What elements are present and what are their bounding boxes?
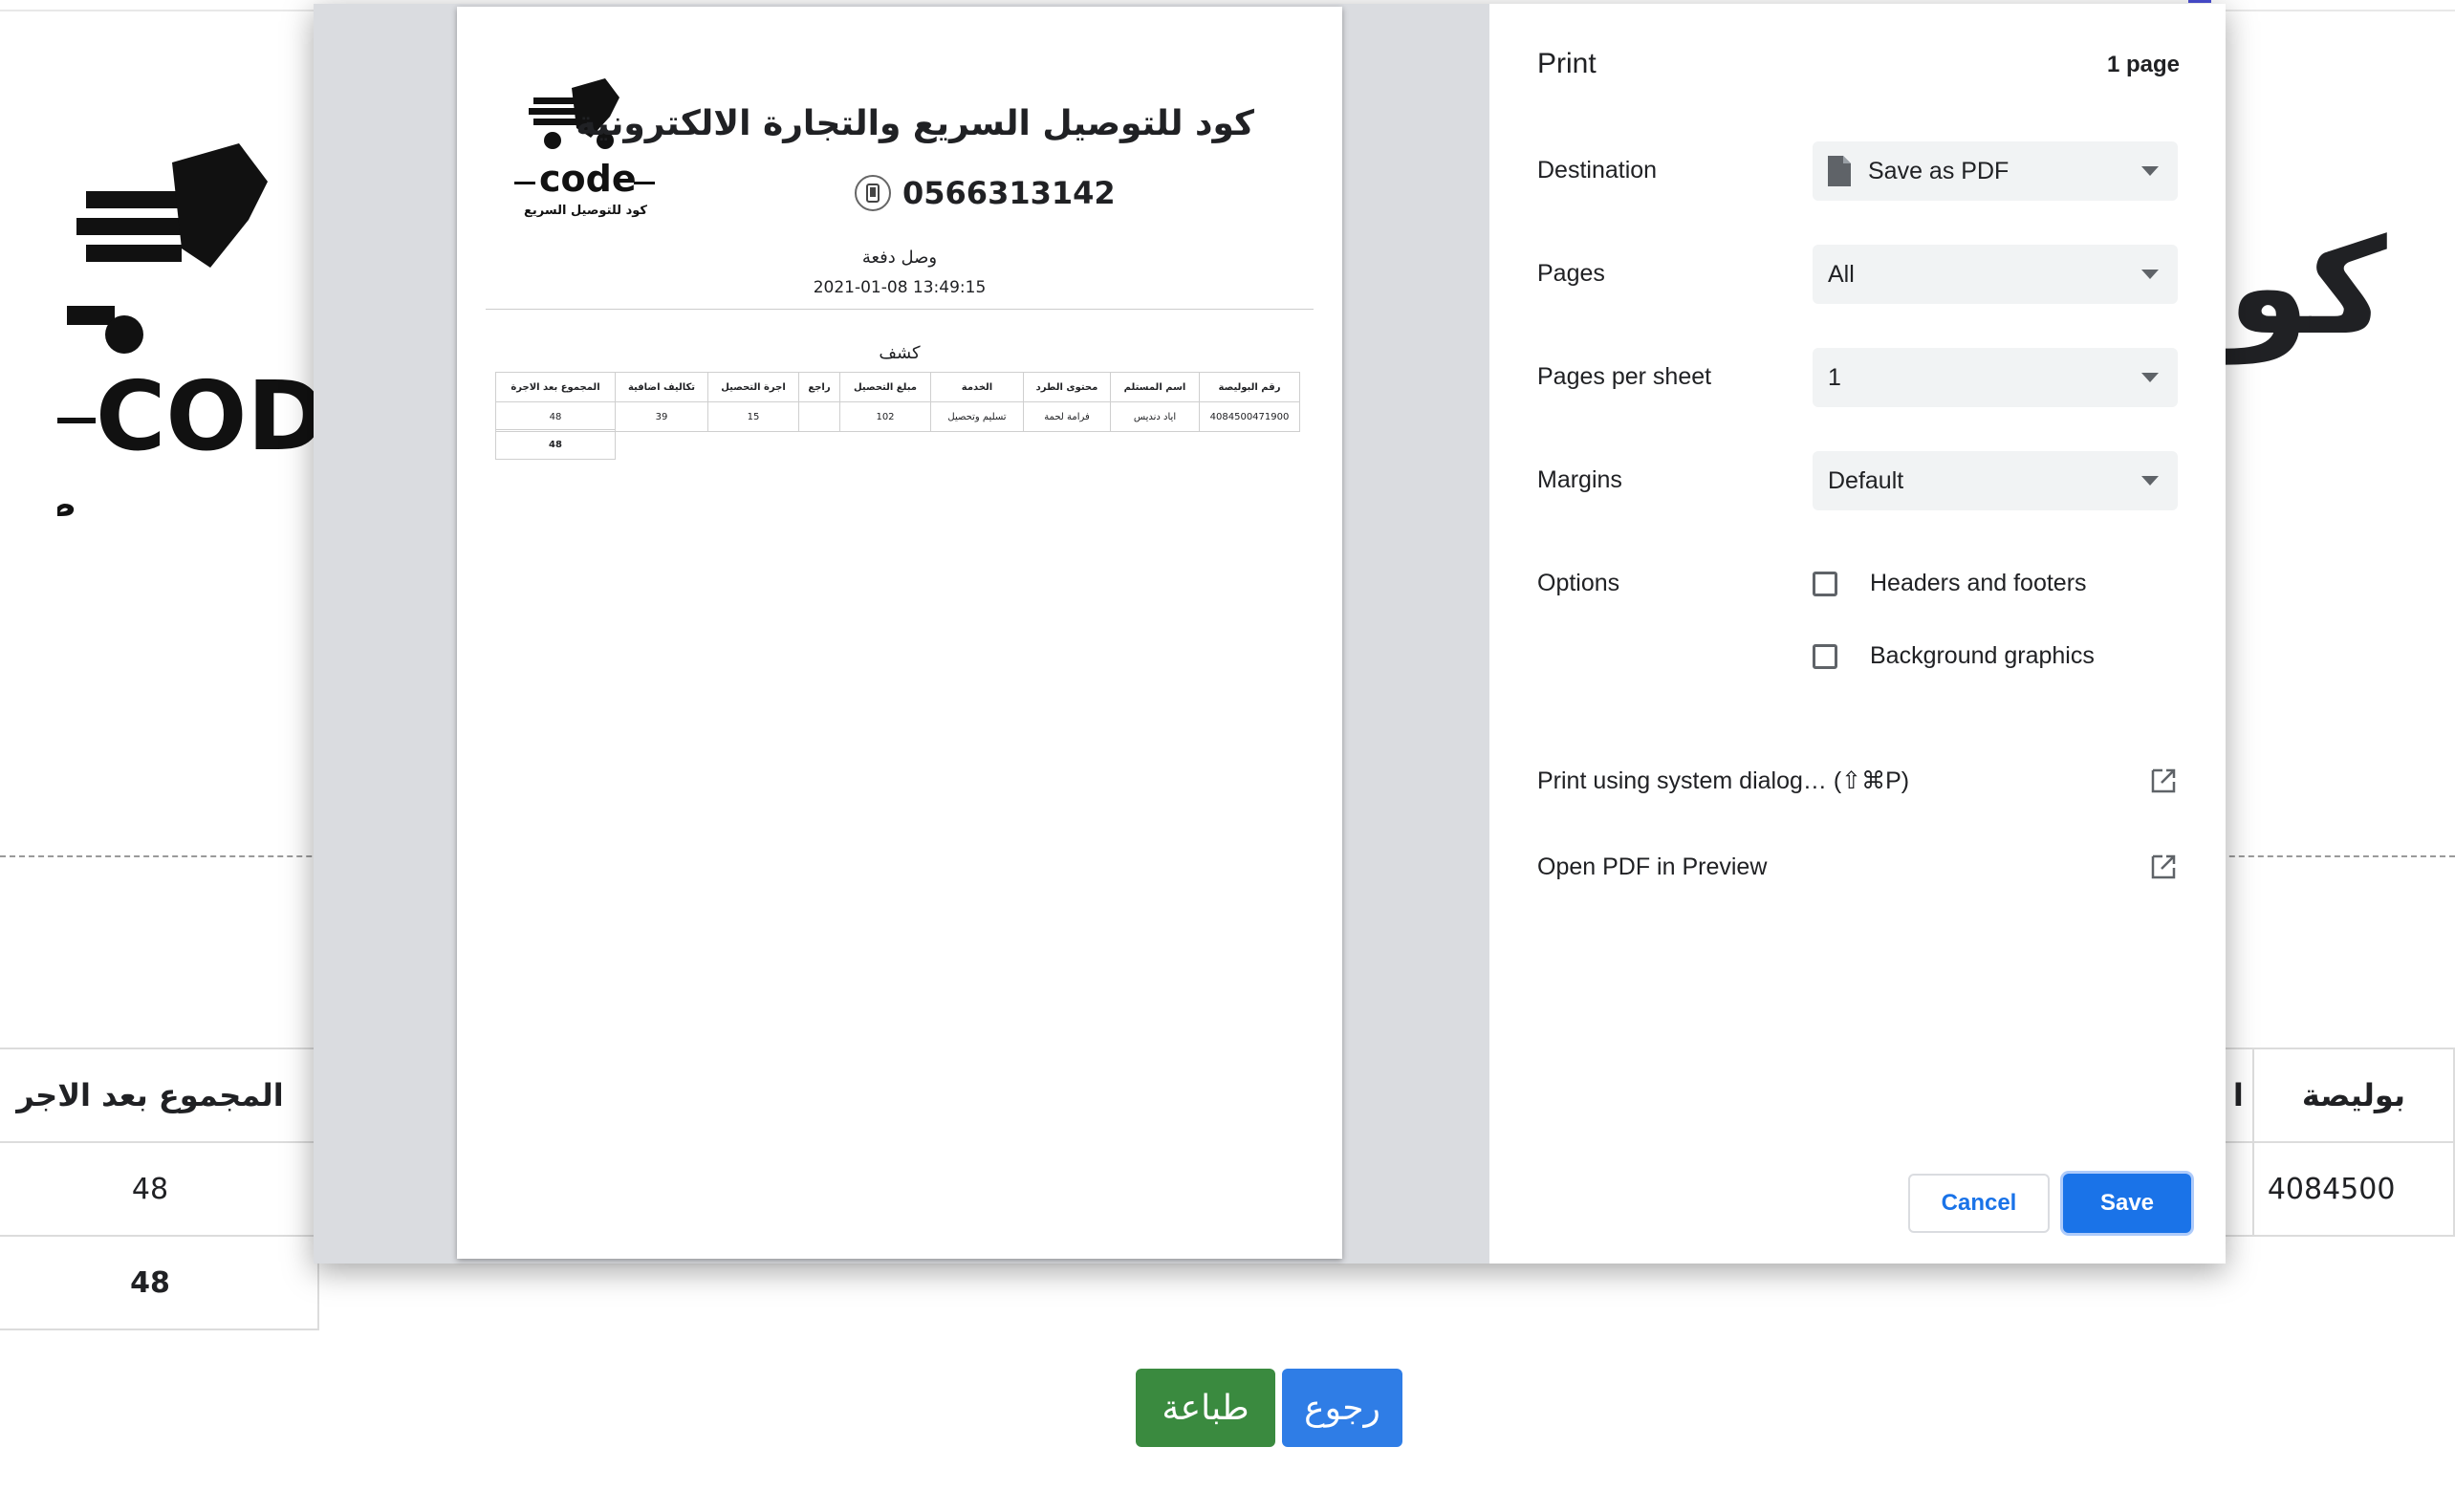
- table-cell: [798, 401, 840, 432]
- table-cell: فرامة لحمة: [1023, 401, 1111, 432]
- total-after-fee-value: 48: [0, 1141, 319, 1237]
- dialog-title: Print: [1537, 48, 1597, 79]
- svg-text:COD: COD: [96, 360, 325, 472]
- header-cell: راجع: [798, 372, 840, 402]
- receipt-table-left-fragment: المجموع بعد الاجر 48 48: [0, 1048, 319, 1330]
- chevron-down-icon: [2141, 373, 2159, 382]
- table-cell: 4084500471900: [1199, 401, 1300, 432]
- destination-value: Save as PDF: [1868, 157, 2010, 184]
- phone-block: 0566313142: [855, 175, 1116, 211]
- print-settings-panel: Print 1 page Destination Save as PDF Pag…: [1489, 4, 2226, 1264]
- options-label: Options: [1537, 570, 1620, 596]
- margins-label: Margins: [1537, 466, 1622, 493]
- print-button[interactable]: طباعة: [1136, 1369, 1275, 1447]
- system-dialog-link[interactable]: Print using system dialog… (⇧⌘P): [1537, 767, 2178, 795]
- open-pdf-link[interactable]: Open PDF in Preview: [1537, 853, 2178, 881]
- margins-select[interactable]: Default: [1813, 451, 2178, 510]
- background-graphics-checkbox[interactable]: [1813, 643, 1837, 669]
- open-pdf-label: Open PDF in Preview: [1537, 853, 1768, 880]
- pages-value: All: [1828, 260, 1855, 288]
- chevron-down-icon: [2141, 270, 2159, 279]
- policy-number-value: 4084500: [2251, 1141, 2455, 1237]
- table-cell: 39: [615, 401, 708, 432]
- phone-icon: [855, 175, 891, 211]
- header-cell: مبلغ التحصيل: [839, 372, 931, 402]
- pages-per-sheet-value: 1: [1828, 363, 1841, 391]
- header-partial: ا: [2223, 1048, 2254, 1143]
- document-icon: [1828, 156, 1851, 186]
- pages-select[interactable]: All: [1813, 245, 2178, 304]
- print-preview-pane: code كود للتوصيل السريع كود للتوصيل السر…: [314, 4, 1489, 1264]
- open-external-icon: [2151, 768, 2176, 793]
- header-cell: اجرة التحصيل: [707, 372, 799, 402]
- company-logo-icon: COD صيل السريع: [57, 143, 325, 525]
- svg-text:كود للتوصيل السريع: كود للتوصيل السريع: [524, 204, 647, 218]
- preview-page: code كود للتوصيل السريع كود للتوصيل السر…: [457, 7, 1342, 1259]
- background-graphics-option[interactable]: Background graphics: [1813, 642, 2095, 670]
- statement-title: كشف: [879, 343, 921, 363]
- background-graphics-label: Background graphics: [1870, 642, 2095, 669]
- cell-partial: [2223, 1141, 2254, 1237]
- headers-footers-label: Headers and footers: [1870, 570, 2087, 596]
- pages-per-sheet-select[interactable]: 1: [1813, 348, 2178, 407]
- receipt-subtitle: وصل دفعة: [861, 248, 938, 268]
- grand-total-value: 48: [0, 1235, 319, 1330]
- table-cell: 15: [707, 401, 799, 432]
- pages-per-sheet-label: Pages per sheet: [1537, 363, 1712, 390]
- divider: [486, 309, 1314, 310]
- cancel-button[interactable]: Cancel: [1908, 1174, 2050, 1233]
- page-count: 1 page: [2106, 52, 2180, 77]
- chevron-down-icon: [2141, 166, 2159, 176]
- chevron-down-icon: [2141, 476, 2159, 486]
- preview-table: رقم البوليصة اسم المستلم محتوى الطرد الخ…: [495, 372, 1300, 432]
- company-logo-icon: code كود للتوصيل السريع: [514, 78, 655, 218]
- headers-footers-option[interactable]: Headers and footers: [1813, 570, 2087, 597]
- header-cell: الخدمة: [930, 372, 1024, 402]
- tab-indicator: [2188, 0, 2211, 3]
- phone-number: 0566313142: [902, 175, 1116, 211]
- header-total-after-fee: المجموع بعد الاجر: [0, 1048, 319, 1143]
- headers-footers-checkbox[interactable]: [1813, 571, 1837, 596]
- table-cell: 102: [839, 401, 931, 432]
- table-cell: اياد دنديس: [1110, 401, 1200, 432]
- header-cell: رقم البوليصة: [1199, 372, 1300, 402]
- company-title-fragment: كو: [2227, 210, 2387, 364]
- print-dialog: code كود للتوصيل السريع كود للتوصيل السر…: [314, 4, 2226, 1264]
- destination-label: Destination: [1537, 157, 1658, 184]
- table-cell: 48: [495, 401, 616, 432]
- header-cell: اسم المستلم: [1110, 372, 1200, 402]
- header-cell: تكاليف اضافية: [615, 372, 708, 402]
- destination-select[interactable]: Save as PDF: [1813, 141, 2178, 201]
- header-cell: المجموع بعد الاجرة: [495, 372, 616, 402]
- svg-text:code: code: [539, 158, 637, 200]
- header-cell: محتوى الطرد: [1023, 372, 1111, 402]
- table-cell: تسليم وتحصيل: [930, 401, 1024, 432]
- preview-total: 48: [495, 429, 616, 460]
- save-button[interactable]: Save: [2063, 1174, 2191, 1233]
- receipt-datetime: 2021-01-08 13:49:15: [813, 278, 987, 297]
- receipt-table-right-fragment: ا بوليصة 4084500: [2223, 1048, 2455, 1237]
- svg-text:صيل السريع: صيل السريع: [57, 486, 76, 525]
- system-dialog-label: Print using system dialog… (⇧⌘P): [1537, 767, 1910, 794]
- margins-value: Default: [1828, 466, 1904, 494]
- header-policy-number: بوليصة: [2251, 1048, 2455, 1143]
- company-name: كود للتوصيل السريع والتجارة الالكترونية: [576, 104, 1254, 143]
- open-external-icon: [2151, 854, 2176, 879]
- back-button[interactable]: رجوع: [1282, 1369, 1402, 1447]
- pages-label: Pages: [1537, 260, 1605, 287]
